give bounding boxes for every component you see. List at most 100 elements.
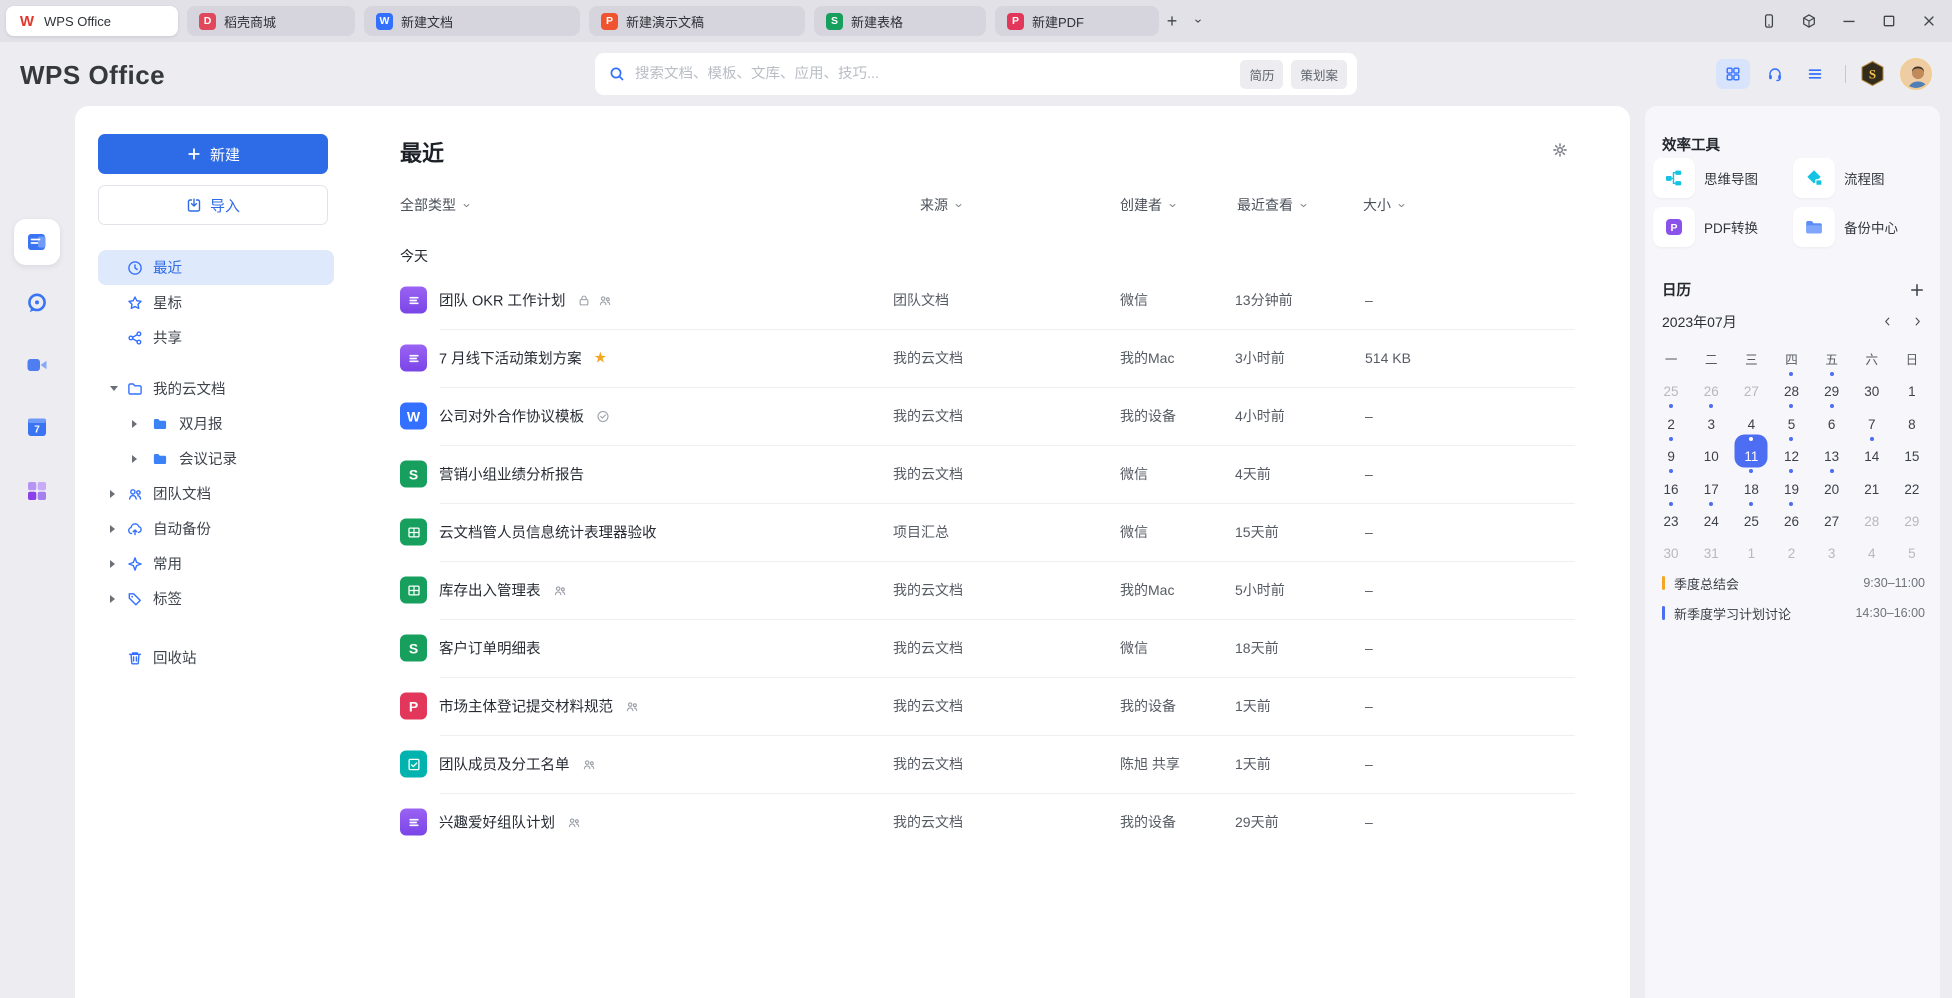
- tab-3[interactable]: P新建演示文稿: [589, 6, 805, 36]
- calendar-day[interactable]: 5: [1892, 532, 1932, 564]
- maximize-button[interactable]: [1880, 12, 1898, 30]
- calendar-day[interactable]: 7: [1852, 402, 1892, 434]
- apps-grid-button[interactable]: [1716, 59, 1750, 89]
- rail-item-meeting[interactable]: [14, 342, 60, 388]
- calendar-day[interactable]: 24: [1691, 500, 1731, 532]
- calendar-next-icon[interactable]: [1908, 312, 1926, 330]
- file-row[interactable]: 云文档管人员信息统计表理器验收项目汇总微信15天前–: [400, 503, 1575, 561]
- tab-1[interactable]: D稻壳商城: [187, 6, 355, 36]
- calendar-day[interactable]: 3: [1691, 402, 1731, 434]
- tool-flowchart[interactable]: 流程图: [1793, 156, 1925, 200]
- caret-right-icon[interactable]: [132, 420, 137, 428]
- calendar-day[interactable]: 17: [1691, 467, 1731, 499]
- calendar-day[interactable]: 20: [1812, 467, 1852, 499]
- tab-4[interactable]: S新建表格: [814, 6, 986, 36]
- add-event-plus-icon[interactable]: [1909, 282, 1925, 298]
- calendar-day[interactable]: 16: [1651, 467, 1691, 499]
- tab-2[interactable]: W新建文档: [364, 6, 580, 36]
- calendar-day-selected[interactable]: 11: [1731, 435, 1771, 467]
- svip-badge[interactable]: S: [1859, 60, 1886, 87]
- calendar-day[interactable]: 4: [1731, 402, 1771, 434]
- search-bar[interactable]: 简历 策划案: [595, 53, 1357, 95]
- calendar-day[interactable]: 3: [1812, 532, 1852, 564]
- file-row[interactable]: P市场主体登记提交材料规范我的云文档我的设备1天前–: [400, 677, 1575, 735]
- search-tag-resume[interactable]: 简历: [1240, 60, 1283, 89]
- tool-mindmap[interactable]: 思维导图: [1653, 156, 1785, 200]
- calendar-day[interactable]: 26: [1771, 500, 1811, 532]
- calendar-day[interactable]: 27: [1731, 370, 1771, 402]
- calendar-day[interactable]: 23: [1651, 500, 1691, 532]
- file-row[interactable]: S营销小组业绩分析报告我的云文档微信4天前–: [400, 445, 1575, 503]
- rail-item-chat[interactable]: [14, 280, 60, 326]
- file-row[interactable]: 团队 OKR 工作计划团队文档微信13分钟前–: [400, 271, 1575, 329]
- calendar-day[interactable]: 4: [1852, 532, 1892, 564]
- menu-button[interactable]: [1798, 59, 1832, 89]
- file-row[interactable]: 兴趣爱好组队计划我的云文档我的设备29天前–: [400, 793, 1575, 851]
- filter-3[interactable]: 最近查看: [1237, 195, 1309, 215]
- calendar-day[interactable]: 28: [1771, 370, 1811, 402]
- rail-item-documents[interactable]: [14, 219, 60, 265]
- calendar-day[interactable]: 28: [1852, 500, 1892, 532]
- file-row[interactable]: 7 月线下活动策划方案★我的云文档我的Mac3小时前514 KB: [400, 329, 1575, 387]
- calendar-day[interactable]: 14: [1852, 435, 1892, 467]
- calendar-day[interactable]: 27: [1812, 500, 1852, 532]
- tool-backup-center[interactable]: 备份中心: [1793, 205, 1925, 249]
- calendar-day[interactable]: 12: [1771, 435, 1811, 467]
- search-tag-plan[interactable]: 策划案: [1291, 60, 1347, 89]
- calendar-day[interactable]: 6: [1812, 402, 1852, 434]
- caret-right-icon[interactable]: [110, 525, 115, 533]
- calendar-day[interactable]: 2: [1771, 532, 1811, 564]
- calendar-day[interactable]: 21: [1852, 467, 1892, 499]
- calendar-day[interactable]: 29: [1812, 370, 1852, 402]
- file-row[interactable]: 团队成员及分工名单我的云文档陈旭 共享1天前–: [400, 735, 1575, 793]
- sidebar-item-10[interactable]: 回收站: [98, 640, 334, 675]
- workspace-box-icon[interactable]: [1800, 12, 1818, 30]
- file-row[interactable]: S客户订单明细表我的云文档微信18天前–: [400, 619, 1575, 677]
- calendar-day[interactable]: 8: [1892, 402, 1932, 434]
- calendar-day[interactable]: 29: [1892, 500, 1932, 532]
- close-button[interactable]: [1920, 12, 1938, 30]
- sidebar-item-2[interactable]: 共享: [98, 320, 334, 355]
- sidebar-item-0[interactable]: 最近: [98, 250, 334, 285]
- filter-1[interactable]: 来源: [920, 195, 964, 215]
- calendar-day[interactable]: 5: [1771, 402, 1811, 434]
- tool-pdf-convert[interactable]: PPDF转换: [1653, 205, 1785, 249]
- calendar-prev-icon[interactable]: [1878, 312, 1896, 330]
- event-item[interactable]: 新季度学习计划讨论14:30–16:00: [1662, 598, 1925, 628]
- sidebar-item-3[interactable]: 我的云文档: [98, 371, 334, 406]
- tab-list-chevron-icon[interactable]: [1185, 8, 1211, 34]
- sidebar-item-8[interactable]: 常用: [98, 546, 334, 581]
- sidebar-item-1[interactable]: 星标: [98, 285, 334, 320]
- search-input[interactable]: [635, 66, 1232, 82]
- import-button[interactable]: 导入: [98, 185, 328, 225]
- calendar-day[interactable]: 26: [1691, 370, 1731, 402]
- calendar-day[interactable]: 10: [1691, 435, 1731, 467]
- rail-item-calendar[interactable]: 7: [14, 404, 60, 450]
- sidebar-item-6[interactable]: 团队文档: [98, 476, 334, 511]
- rail-item-apps[interactable]: [14, 468, 60, 514]
- file-row[interactable]: 库存出入管理表我的云文档我的Mac5小时前–: [400, 561, 1575, 619]
- support-headset-button[interactable]: [1758, 59, 1792, 89]
- tab-home[interactable]: WWPS Office: [6, 6, 178, 36]
- calendar-day[interactable]: 9: [1651, 435, 1691, 467]
- caret-right-icon[interactable]: [110, 595, 115, 603]
- calendar-day[interactable]: 30: [1852, 370, 1892, 402]
- minimize-button[interactable]: [1840, 12, 1858, 30]
- new-document-button[interactable]: 新建: [98, 134, 328, 174]
- calendar-day[interactable]: 13: [1812, 435, 1852, 467]
- caret-right-icon[interactable]: [110, 560, 115, 568]
- new-tab-button[interactable]: +: [1159, 8, 1185, 34]
- calendar-day[interactable]: 22: [1892, 467, 1932, 499]
- sidebar-item-5[interactable]: 会议记录: [98, 441, 334, 476]
- filter-0[interactable]: 全部类型: [400, 195, 472, 215]
- calendar-day[interactable]: 2: [1651, 402, 1691, 434]
- calendar-day[interactable]: 31: [1691, 532, 1731, 564]
- mobile-icon[interactable]: [1760, 12, 1778, 30]
- calendar-day[interactable]: 30: [1651, 532, 1691, 564]
- calendar-day[interactable]: 25: [1731, 500, 1771, 532]
- sidebar-item-4[interactable]: 双月报: [98, 406, 334, 441]
- filter-2[interactable]: 创建者: [1120, 195, 1178, 215]
- calendar-day[interactable]: 1: [1731, 532, 1771, 564]
- caret-right-icon[interactable]: [110, 490, 115, 498]
- user-avatar[interactable]: [1900, 58, 1932, 90]
